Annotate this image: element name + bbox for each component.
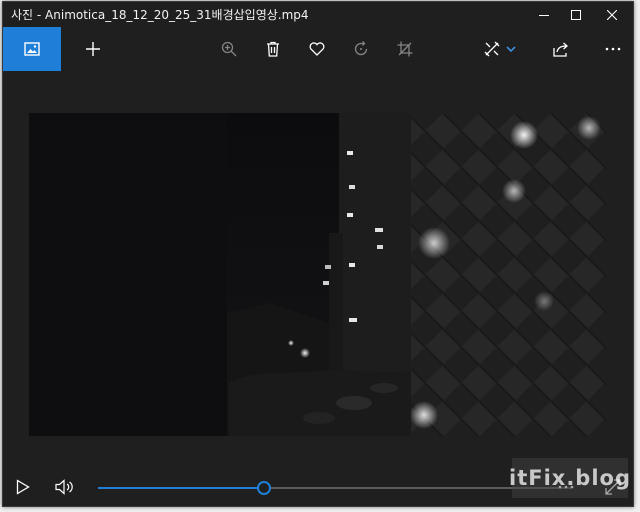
chevron-down-icon <box>506 46 516 53</box>
seek-bar[interactable] <box>98 487 572 489</box>
fullscreen-button[interactable] <box>598 472 628 502</box>
video-frame[interactable] <box>29 113 607 436</box>
photo-icon <box>24 42 40 56</box>
crop-icon <box>397 41 413 57</box>
close-button[interactable] <box>589 2 633 27</box>
fullscreen-icon <box>605 479 621 495</box>
rotate-button[interactable] <box>339 27 383 71</box>
more-icon <box>605 47 621 51</box>
heart-icon <box>309 42 325 56</box>
player-more-button[interactable] <box>551 472 581 502</box>
more-button[interactable] <box>591 27 633 71</box>
window-title: 사진 - Animotica_18_12_20_25_31배경삽입영상.mp4 <box>11 8 309 22</box>
crop-button[interactable] <box>383 27 427 71</box>
add-to-button[interactable] <box>71 27 115 71</box>
close-icon <box>607 9 617 20</box>
delete-button[interactable] <box>251 27 295 71</box>
edit-create-button[interactable] <box>473 27 527 71</box>
zoom-button[interactable] <box>207 27 251 71</box>
plus-icon <box>86 42 100 56</box>
media-stage <box>3 71 633 468</box>
play-button[interactable] <box>8 472 38 502</box>
night-city-video-image <box>29 113 607 436</box>
see-all-photos-button[interactable] <box>3 27 61 71</box>
volume-button[interactable] <box>50 472 80 502</box>
favorite-button[interactable] <box>295 27 339 71</box>
maximize-icon <box>571 9 581 20</box>
share-button[interactable] <box>539 27 583 71</box>
edit-tools-icon <box>484 41 500 57</box>
toolbar <box>3 27 633 71</box>
volume-icon <box>55 479 73 495</box>
share-icon <box>552 42 568 57</box>
more-icon <box>558 485 574 489</box>
title-bar[interactable]: 사진 - Animotica_18_12_20_25_31배경삽입영상.mp4 <box>3 2 633 27</box>
play-icon <box>16 479 30 495</box>
rotate-icon <box>354 41 368 56</box>
zoom-icon <box>221 41 237 57</box>
photos-app-window: 사진 - Animotica_18_12_20_25_31배경삽입영상.mp4 <box>2 1 634 507</box>
playback-controls <box>3 468 633 506</box>
trash-icon <box>267 41 279 57</box>
seek-progress <box>98 487 264 489</box>
seek-thumb[interactable] <box>256 481 271 495</box>
minimize-icon <box>539 14 549 16</box>
